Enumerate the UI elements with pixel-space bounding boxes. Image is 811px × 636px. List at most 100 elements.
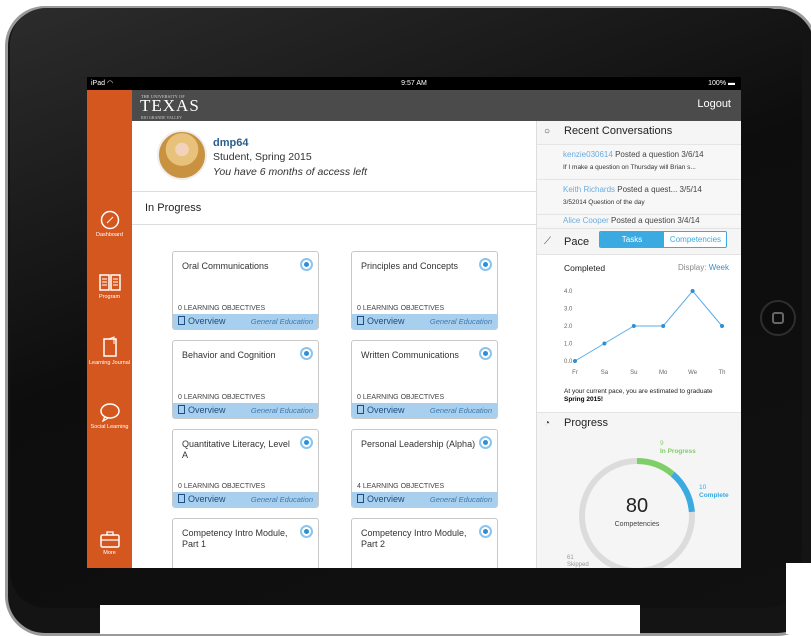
tab-competencies[interactable]: Competencies: [664, 232, 726, 247]
data-point: [602, 341, 607, 346]
main-content: dmp64 Student, Spring 2015 You have 6 mo…: [132, 121, 536, 568]
data-point: [720, 324, 724, 328]
divider: [132, 224, 536, 225]
overview-link[interactable]: Overview: [357, 494, 405, 504]
briefcase-icon: [99, 531, 120, 548]
overview-link[interactable]: Overview: [357, 405, 405, 415]
access-remaining: You have 6 months of access left: [213, 166, 368, 178]
conversation-item[interactable]: kenzie030614 Posted a question 3/6/14 If…: [537, 144, 741, 178]
card-footer: Overview General Education: [173, 314, 318, 329]
module-card[interactable]: Quantitative Literacy, Level A 0 LEARNIN…: [172, 429, 319, 508]
logo-line-3: RIO GRANDE VALLEY: [141, 115, 182, 120]
display-selector[interactable]: Display: Week: [678, 263, 729, 272]
pace-title: Pace: [564, 236, 590, 248]
display-week-link[interactable]: Week: [709, 263, 729, 272]
page-icon: [178, 494, 185, 503]
sidebar-item-label: Dashboard: [96, 232, 123, 238]
card-title: Behavior and Cognition: [182, 350, 276, 360]
progress-total: 80: [625, 495, 649, 517]
divider: [132, 191, 536, 192]
card-title: Principles and Concepts: [361, 261, 459, 271]
conversation-header-line: Alice Cooper Posted a question 3/4/14: [563, 216, 700, 225]
pace-chart-panel: Completed Display: Week 0.0 1.0 2.0 3.0 4.0 F…: [537, 254, 741, 412]
data-point: [631, 324, 636, 328]
conversation-preview: 3/52014 Question of the day: [563, 199, 645, 206]
card-objectives: 0 LEARNING OBJECTIVES: [357, 305, 445, 312]
card-title: Written Communications: [361, 350, 459, 360]
speech-bubble-icon: ○: [544, 126, 551, 137]
section-title-in-progress: In Progress: [145, 202, 202, 214]
sidebar-item-social-learning[interactable]: Social Learning: [87, 402, 132, 431]
module-card[interactable]: Competency Intro Module, Part 1: [172, 518, 319, 568]
card-footer: Overview General Education: [352, 314, 497, 329]
y-tick-label: 4.0: [564, 289, 573, 295]
card-objectives: 0 LEARNING OBJECTIVES: [178, 394, 266, 401]
status-dot-icon: [300, 347, 313, 360]
pace-line-chart: 0.0 1.0 2.0 3.0 4.0 Fr Sa Su Mo We Th: [564, 289, 726, 376]
card-title: Competency Intro Module, Part 1: [182, 528, 288, 549]
data-point: [690, 289, 695, 293]
sidebar-item-label: Program: [98, 294, 121, 300]
sidebar-item-learning-journal[interactable]: Learning Journal: [87, 336, 132, 367]
overview-link[interactable]: Overview: [178, 494, 226, 504]
status-dot-icon: [300, 525, 313, 538]
conversation-author[interactable]: Alice Cooper: [563, 216, 609, 225]
series-line: [574, 290, 723, 362]
conversation-header-line: Keith Richards Posted a quest... 3/5/14: [563, 185, 702, 194]
avatar[interactable]: [157, 130, 207, 180]
card-objectives: 4 LEARNING OBJECTIVES: [357, 483, 445, 490]
overview-link[interactable]: Overview: [357, 316, 405, 326]
sidebar-item-label: More: [103, 550, 116, 556]
sidebar-item-program[interactable]: Program: [87, 272, 132, 301]
conversation-author[interactable]: Keith Richards: [563, 185, 615, 194]
ipad-screen: iPad ◠ 9:57 AM 100% ▬ THE UNIVERSITY OF …: [87, 77, 741, 568]
status-battery: 100% ▬: [708, 80, 735, 87]
x-tick-label: We: [688, 370, 698, 376]
y-tick-label: 2.0: [564, 324, 573, 330]
compass-icon: [100, 210, 119, 230]
y-tick-label: 1.0: [564, 342, 573, 348]
status-bar: iPad ◠ 9:57 AM 100% ▬: [87, 77, 741, 90]
top-bar: THE UNIVERSITY OF TEXAS RIO GRANDE VALLE…: [87, 90, 741, 121]
module-card[interactable]: Principles and Concepts 0 LEARNING OBJEC…: [351, 251, 498, 330]
conversation-item[interactable]: Keith Richards Posted a quest... 3/5/14 …: [537, 179, 741, 213]
overview-link[interactable]: Overview: [178, 405, 226, 415]
skipped-legend: 61 Skipped: [567, 555, 589, 568]
conversation-item[interactable]: Alice Cooper Posted a question 3/4/14: [537, 214, 741, 226]
sidebar-item-dashboard[interactable]: Dashboard: [87, 210, 132, 239]
battery-icon: ▬: [728, 80, 735, 87]
graduation-estimate: At your current pace, you are estimated …: [564, 388, 713, 403]
logout-button[interactable]: Logout: [697, 98, 731, 110]
card-objectives: 0 LEARNING OBJECTIVES: [357, 394, 445, 401]
x-tick-label: Mo: [659, 370, 668, 376]
sidebar: Dashboard Program Learning Journal Socia…: [87, 90, 132, 568]
graduation-term: Spring 2015!: [564, 396, 604, 403]
conversation-author[interactable]: kenzie030614: [563, 150, 613, 159]
card-category: General Education: [250, 495, 313, 504]
card-category: General Education: [250, 406, 313, 415]
data-point: [661, 324, 666, 328]
card-category: General Education: [250, 317, 313, 326]
status-dot-icon: [479, 347, 492, 360]
user-role: Student, Spring 2015: [213, 151, 312, 163]
y-tick-label: 0.0: [564, 359, 573, 365]
overview-link[interactable]: Overview: [178, 316, 226, 326]
sidebar-item-more[interactable]: More: [87, 530, 132, 557]
home-button[interactable]: [760, 300, 796, 336]
page-icon: [357, 405, 364, 414]
module-card[interactable]: Written Communications 0 LEARNING OBJECT…: [351, 340, 498, 419]
page-icon: [178, 405, 185, 414]
tab-tasks[interactable]: Tasks: [600, 232, 664, 247]
trend-line-icon: ⟋: [544, 236, 551, 247]
module-card[interactable]: Behavior and Cognition 0 LEARNING OBJECT…: [172, 340, 319, 419]
x-tick-label: Sa: [601, 370, 609, 376]
in-progress-legend: 9 In Progress: [660, 440, 696, 455]
username[interactable]: dmp64: [213, 137, 248, 149]
home-square-icon: [772, 312, 784, 324]
module-card[interactable]: Competency Intro Module, Part 2: [351, 518, 498, 568]
module-card[interactable]: Oral Communications 0 LEARNING OBJECTIVE…: [172, 251, 319, 330]
book-icon: [98, 274, 121, 291]
module-card[interactable]: Personal Leadership (Alpha) 4 LEARNING O…: [351, 429, 498, 508]
conversations-title: Recent Conversations: [564, 125, 673, 137]
card-objectives: 0 LEARNING OBJECTIVES: [178, 305, 266, 312]
